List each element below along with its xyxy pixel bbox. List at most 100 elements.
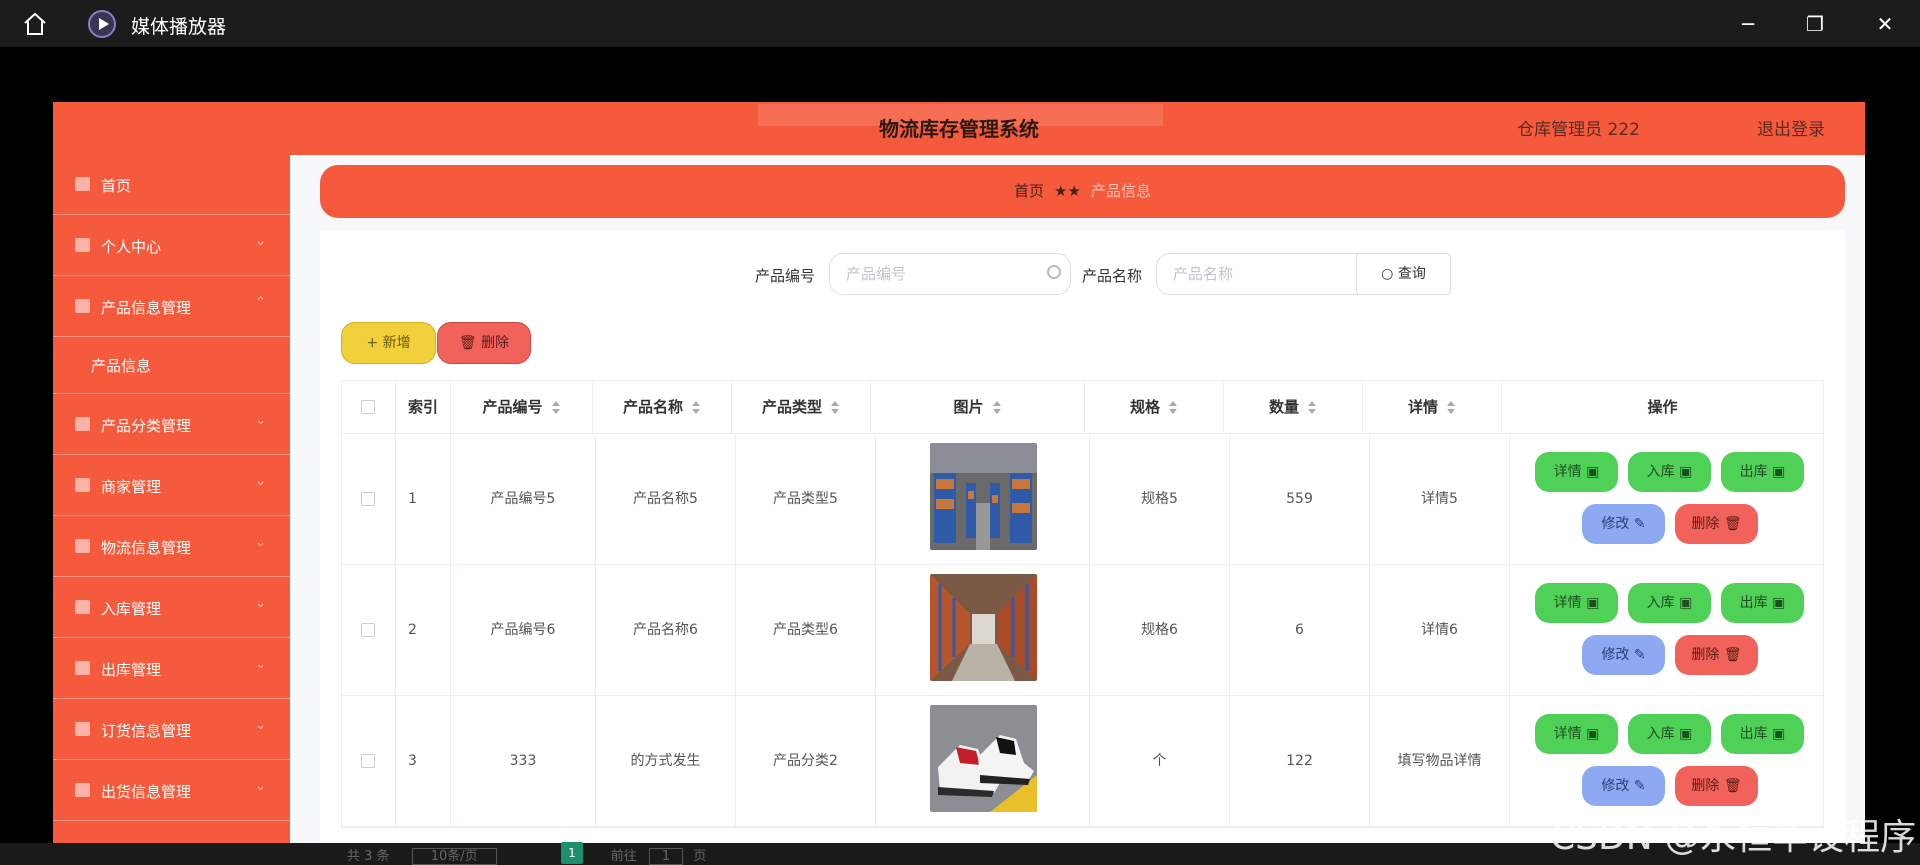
goto-suffix: 页 (693, 849, 707, 864)
row-checkbox[interactable] (361, 492, 375, 506)
cell-qty: 6 (1230, 565, 1370, 696)
column-header[interactable]: 产品名称 (593, 381, 732, 434)
product-code-input[interactable] (829, 253, 1071, 295)
detail-button[interactable]: 详情 ▣ (1535, 583, 1618, 623)
media-player-icon (88, 10, 116, 38)
sidebar-item-outbound-mgmt[interactable]: 出库管理 ⌄ (53, 639, 290, 699)
sidebar-item-label: 入库管理 (101, 600, 162, 618)
sort-icon[interactable] (830, 400, 840, 415)
sidebar-item-logistics-mgmt[interactable]: 物流信息管理 ⌄ (53, 517, 290, 577)
user-icon (75, 238, 90, 252)
column-header: 索引 (396, 381, 451, 434)
column-header[interactable]: 数量 (1224, 381, 1363, 434)
stock-in-button[interactable]: 入库 ▣ (1628, 452, 1711, 492)
sliders-icon (75, 539, 90, 553)
sort-icon[interactable] (992, 400, 1002, 415)
stock-in-button[interactable]: 入库 ▣ (1628, 583, 1711, 623)
content-panel: 产品编号 产品名称 ○ 查询 + 新增 🗑 删除 索引 产品编号 产品名称 产品… (320, 230, 1845, 865)
search-icon: ○ (1381, 266, 1398, 282)
delete-button[interactable]: 删除 🗑 (1675, 766, 1758, 806)
stock-out-button[interactable]: 出库 ▣ (1721, 714, 1804, 754)
column-header[interactable]: 规格 (1085, 381, 1224, 434)
box-icon (75, 600, 90, 614)
goto-page-input[interactable]: 1 (648, 848, 684, 865)
logout-link[interactable]: 退出登录 (1757, 115, 1825, 140)
search-form: 产品编号 产品名称 ○ 查询 (320, 253, 1845, 295)
pagination-current-page[interactable]: 1 (561, 842, 583, 864)
cell-type: 产品类型5 (736, 434, 876, 565)
sidebar-item-profile[interactable]: 个人中心 ⌄ (53, 216, 290, 276)
sort-icon[interactable] (691, 400, 701, 415)
edit-button[interactable]: 修改 ✎ (1582, 766, 1665, 806)
sidebar-item-product-info-mgmt[interactable]: 产品信息管理 ⌃ (53, 277, 290, 337)
column-header[interactable]: 产品编号 (451, 381, 593, 434)
sidebar-item-shipment-mgmt[interactable]: 出货信息管理 ⌄ (53, 761, 290, 821)
detail-button[interactable]: 详情 ▣ (1535, 452, 1618, 492)
column-header[interactable]: 图片 (871, 381, 1085, 434)
delete-button[interactable]: 删除 🗑 (1675, 635, 1758, 675)
sidebar-item-label: 产品信息管理 (101, 299, 192, 317)
select-all-checkbox[interactable] (361, 400, 375, 414)
column-header[interactable]: 详情 (1363, 381, 1502, 434)
stock-out-button[interactable]: 出库 ▣ (1721, 452, 1804, 492)
edit-button[interactable]: 修改 ✎ (1582, 635, 1665, 675)
monitor-icon (75, 417, 90, 431)
page-size-select[interactable]: 10条/页 (411, 848, 497, 865)
sidebar-item-merchant-mgmt[interactable]: 商家管理 ⌄ (53, 456, 290, 516)
product-code-label: 产品编号 (755, 267, 816, 285)
flag-icon (75, 722, 90, 736)
detail-button[interactable]: 详情 ▣ (1535, 714, 1618, 754)
stock-in-button[interactable]: 入库 ▣ (1628, 714, 1711, 754)
chevron-down-icon: ⌄ (255, 596, 266, 611)
cell-code: 产品编号6 (451, 565, 596, 696)
pagination: 共 3 条 10条/页 前往 1 页 (347, 845, 707, 865)
home-icon (75, 177, 90, 191)
app-title: 媒体播放器 (131, 16, 227, 38)
send-icon (75, 783, 90, 797)
breadcrumb: 首页 ★★ 产品信息 (320, 165, 1845, 218)
select-all-header (342, 381, 396, 434)
table-row (342, 434, 396, 565)
sidebar-item-home[interactable]: 首页 (53, 155, 290, 215)
home-icon[interactable] (22, 11, 48, 37)
query-button[interactable]: ○ 查询 (1356, 253, 1451, 295)
delete-button[interactable]: 删除 🗑 (1675, 504, 1758, 544)
sidebar-subitem-product-info[interactable]: 产品信息 (53, 338, 290, 394)
cell-index: 1 (396, 434, 451, 565)
sidebar-item-label: 个人中心 (101, 238, 162, 256)
stock-out-button[interactable]: 出库 ▣ (1721, 583, 1804, 623)
trash-icon: 🗑 (458, 335, 482, 351)
sort-icon[interactable] (551, 400, 561, 415)
sort-icon[interactable] (1446, 400, 1456, 415)
sidebar: 首页 个人中心 ⌄ 产品信息管理 ⌃ 产品信息 产品分类管理 ⌄ 商家管理 ⌄ … (53, 155, 290, 865)
sidebar-item-label: 商家管理 (101, 478, 162, 496)
sort-icon[interactable] (1307, 400, 1317, 415)
sidebar-item-inbound-mgmt[interactable]: 入库管理 ⌄ (53, 578, 290, 638)
monitor-icon (75, 299, 90, 313)
cell-actions: 详情 ▣ 入库 ▣ 出库 ▣ 修改 ✎ 删除 🗑 (1510, 434, 1823, 565)
cell-code: 产品编号5 (451, 434, 596, 565)
sidebar-item-label: 首页 (101, 177, 132, 195)
app-header: 物流库存管理系统 仓库管理员 222 退出登录 (53, 102, 1865, 155)
add-button[interactable]: + 新增 (341, 322, 436, 364)
sort-icon[interactable] (1168, 400, 1178, 415)
minimize-icon[interactable]: ─ (1734, 10, 1762, 38)
cell-type: 产品类型6 (736, 565, 876, 696)
row-checkbox[interactable] (361, 623, 375, 637)
sidebar-item-order-mgmt[interactable]: 订货信息管理 ⌄ (53, 700, 290, 760)
sidebar-item-label: 产品分类管理 (101, 417, 192, 435)
breadcrumb-home[interactable]: 首页 (1014, 182, 1044, 200)
cell-qty: 122 (1230, 696, 1370, 827)
close-icon[interactable]: ✕ (1871, 10, 1899, 38)
cell-index: 3 (396, 696, 451, 827)
goto-prefix: 前往 (610, 849, 637, 864)
sidebar-item-category-mgmt[interactable]: 产品分类管理 ⌄ (53, 395, 290, 455)
batch-delete-button[interactable]: 🗑 删除 (437, 322, 531, 364)
restore-icon[interactable]: ❐ (1801, 10, 1829, 38)
card-icon (75, 478, 90, 492)
chevron-down-icon: ⌄ (255, 413, 266, 428)
column-header[interactable]: 产品类型 (732, 381, 871, 434)
edit-button[interactable]: 修改 ✎ (1582, 504, 1665, 544)
sidebar-item-label: 订货信息管理 (101, 722, 192, 740)
row-checkbox[interactable] (361, 754, 375, 768)
